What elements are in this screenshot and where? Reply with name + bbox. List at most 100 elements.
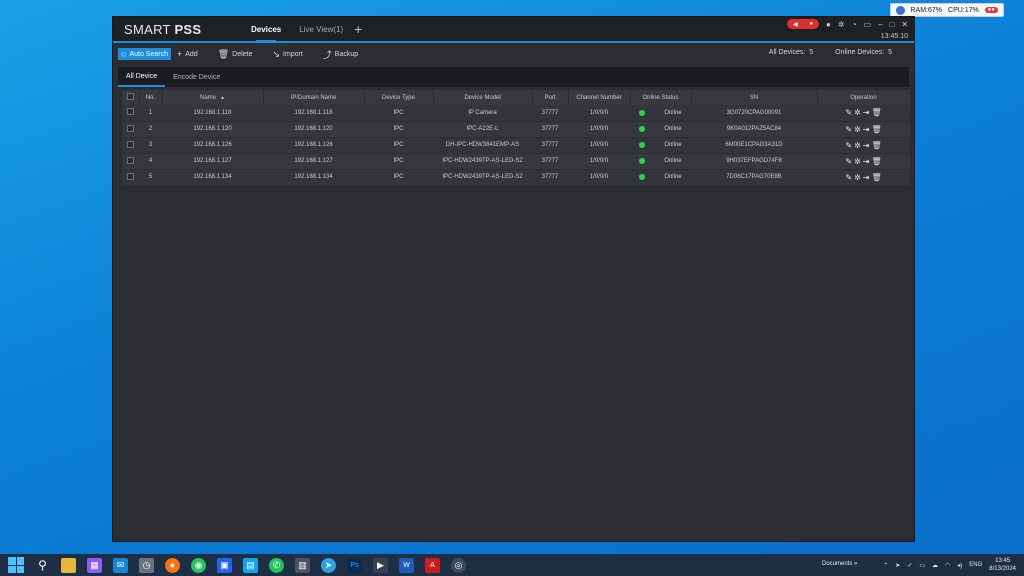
row-checkbox[interactable] (122, 153, 139, 170)
column-header-operation: Operation (817, 90, 911, 105)
logout-icon[interactable]: ⇥ (863, 108, 870, 117)
backup-button[interactable]: ⤴ Backup (323, 48, 358, 60)
wifi-icon[interactable]: ◠ (945, 562, 950, 569)
cell-ip: 192.168.1.126 (263, 137, 364, 154)
column-header-device-type[interactable]: Device Type (364, 90, 434, 105)
tab-all-device[interactable]: All Device (118, 67, 166, 87)
table-row[interactable]: 2 192.168.1.120 192.168.1.120 IPC IPC-A2… (122, 121, 910, 138)
cloud-icon[interactable]: ☁ (932, 562, 938, 569)
tray-app-icon[interactable]: ✓ (907, 562, 912, 569)
auto-search-button[interactable]: ○ Auto Search (118, 48, 171, 60)
table-row[interactable]: 4 192.168.1.127 192.168.1.127 IPC IPC-HD… (122, 153, 910, 170)
calendar-icon[interactable]: ▦ (87, 557, 102, 573)
volume-icon[interactable]: ◂) (957, 562, 962, 569)
column-header-no[interactable]: No. (139, 90, 163, 105)
settings-icon[interactable]: ✲ (854, 173, 861, 182)
photoshop-icon[interactable]: Ps (347, 557, 362, 573)
logout-icon[interactable]: ⇥ (863, 157, 870, 166)
column-header-port[interactable]: Port (532, 90, 569, 105)
column-header-device-model[interactable]: Device Model (433, 90, 533, 105)
settings-icon[interactable]: ✲ (854, 108, 861, 117)
row-checkbox[interactable] (122, 137, 139, 154)
taskbar-clock[interactable]: 13:45 8/13/2024 (989, 557, 1016, 573)
media-icon[interactable]: ▶ (373, 557, 388, 573)
gear-icon[interactable]: ✲ (838, 20, 845, 29)
close-icon[interactable]: ✕ (901, 20, 908, 29)
restore-icon[interactable]: ▭ (863, 20, 871, 29)
row-checkbox[interactable] (122, 105, 139, 122)
telegram-icon[interactable]: ➤ (321, 557, 336, 573)
documents-toolbar[interactable]: Documents » (822, 561, 857, 567)
tab-devices[interactable]: Devices (242, 16, 290, 42)
edit-icon[interactable]: ✎ (845, 125, 852, 134)
edit-icon[interactable]: ✎ (845, 173, 852, 182)
mail-icon[interactable]: ✉ (113, 557, 128, 573)
trash-icon[interactable]: 🗑 (871, 125, 881, 134)
select-all-checkbox[interactable] (122, 90, 140, 105)
gauge-icon[interactable]: ◔ (852, 20, 857, 29)
language-indicator[interactable]: ENG (969, 562, 982, 568)
trash-icon[interactable]: 🗑 (871, 157, 881, 166)
cell-online-status: Online (630, 121, 691, 138)
cell-device-model: DH-IPC-HDW3841EMP-AS (433, 137, 532, 154)
column-header-channel-number[interactable]: Channel Number (568, 90, 631, 105)
cell-device-type: IPC (364, 137, 433, 154)
all-devices-count: All Devices: 5 (768, 49, 814, 56)
column-header-sn[interactable]: SN (691, 90, 818, 105)
table-row[interactable]: 5 192.168.1.134 192.168.1.134 IPC IPC-HD… (122, 169, 910, 186)
edit-icon[interactable]: ✎ (845, 108, 852, 117)
calculator-icon[interactable]: ▥ (295, 557, 310, 573)
row-checkbox[interactable] (122, 121, 139, 138)
user-icon[interactable]: ● (826, 20, 831, 29)
toolbar: ○ Auto Search + Add 🗑 Delete ↘ Import ⤴ … (113, 43, 914, 65)
add-button[interactable]: + Add (177, 48, 198, 60)
settings-icon[interactable]: ✲ (854, 157, 861, 166)
cell-channel-number: 1/0/0/0 (568, 105, 630, 122)
word-icon[interactable]: W (399, 557, 414, 573)
add-tab-button[interactable]: + (354, 21, 362, 37)
cell-ip: 192.168.1.134 (263, 169, 364, 186)
delete-button[interactable]: 🗑 Delete (218, 48, 253, 60)
table-row[interactable]: 3 192.168.1.126 192.168.1.126 IPC DH-IPC… (122, 137, 910, 154)
record-indicator[interactable]: ◀ ● (787, 19, 820, 29)
trash-icon[interactable]: 🗑 (871, 141, 881, 150)
minimize-icon[interactable]: – (878, 20, 882, 29)
smart-pss-taskbar-icon[interactable]: ◎ (451, 557, 466, 573)
logout-icon[interactable]: ⇥ (863, 125, 870, 134)
trash-icon[interactable]: 🗑 (871, 108, 881, 117)
chrome-icon[interactable]: ◉ (191, 557, 206, 573)
windows-start-icon[interactable] (8, 557, 24, 573)
device-subtabs: All Device Encode Device (118, 67, 909, 87)
logout-icon[interactable]: ⇥ (863, 173, 870, 182)
import-button[interactable]: ↘ Import (272, 48, 302, 60)
search-icon[interactable]: ⚲ (35, 558, 50, 573)
edit-icon[interactable]: ✎ (845, 141, 852, 150)
settings-icon[interactable]: ✲ (854, 125, 861, 134)
column-header-online-status[interactable]: Online Status (630, 90, 692, 105)
cell-name: 192.168.1.120 (162, 121, 263, 138)
network-icon[interactable]: ▤ (243, 557, 258, 573)
firefox-icon[interactable]: ● (165, 557, 180, 573)
settings-icon[interactable]: ✲ (854, 141, 861, 150)
system-tray: ⌃ ➤ ✓ ▭ ☁ ◠ ◂) ENG 13:45 8/13/2024 (883, 557, 1016, 573)
logout-icon[interactable]: ⇥ (863, 141, 870, 150)
column-header-ip[interactable]: IP/Domain Name (263, 90, 365, 105)
trash-icon[interactable]: 🗑 (871, 173, 881, 182)
whatsapp-icon[interactable]: ✆ (269, 557, 284, 573)
maximize-icon[interactable]: □ (889, 20, 894, 29)
chevron-up-icon[interactable]: ⌃ (883, 562, 888, 569)
system-monitor-widget[interactable]: RAM:67% CPU:17% ●● (889, 3, 1004, 17)
row-checkbox[interactable] (122, 169, 139, 186)
table-row[interactable]: 1 192.168.1.118 192.168.1.118 IPC IP Cam… (122, 105, 910, 122)
cell-sn: 6M00E1CPAG3A31D (691, 137, 817, 154)
monitor-tray-icon[interactable]: ▭ (919, 562, 925, 569)
tab-live-view[interactable]: Live View(1) (290, 16, 352, 42)
pdf-icon[interactable]: A (425, 557, 440, 573)
tab-encode-device[interactable]: Encode Device (165, 67, 228, 87)
column-header-name[interactable]: Name ▲ (162, 90, 264, 105)
file-explorer-icon[interactable] (61, 557, 76, 573)
clock-app-icon[interactable]: ◷ (139, 557, 154, 573)
edit-icon[interactable]: ✎ (845, 157, 852, 166)
send-icon[interactable]: ➤ (895, 562, 900, 569)
remote-desktop-icon[interactable]: ▣ (217, 557, 232, 573)
